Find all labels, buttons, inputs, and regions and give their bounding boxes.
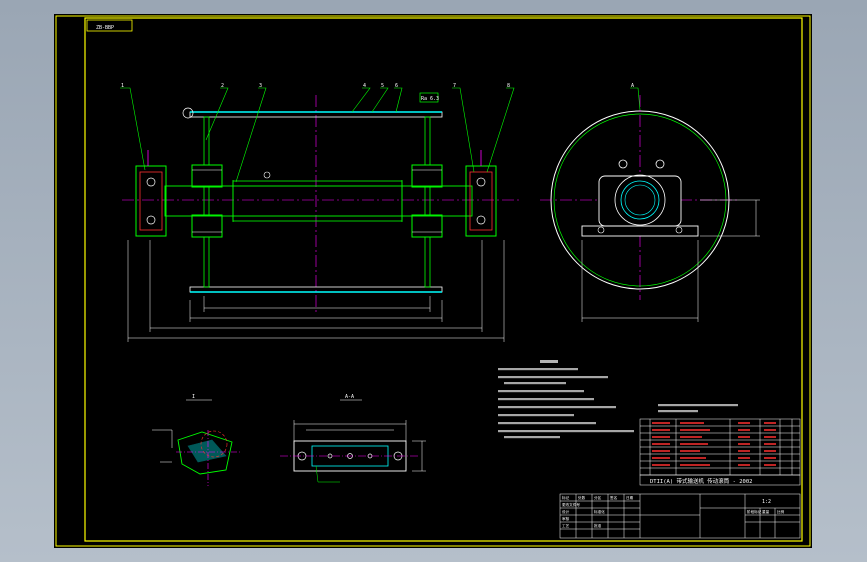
drawing-title: DTII(A) 带式输送机 传动滚筒 - 2002 [650,477,752,485]
tb-label-mark: 标记 [562,495,570,500]
right-bearing-housing [465,165,497,237]
balloon-3: 3 [259,83,262,89]
right-end-disc [424,116,431,288]
tb-label-sign: 签名 [610,495,618,500]
left-hub-bottom [191,214,223,238]
drawing-sheet: ZB-BBP Ra 6.3 1 2 3 4 5 6 7 8 A I A-A DT… [54,14,812,548]
pulley-side-view [540,87,760,322]
tb-label-scale: 比例 [777,509,785,514]
shaft [164,185,473,217]
tb-label-count: 处数 [578,495,586,500]
balloon-1: 1 [121,83,124,89]
tb-label-change: 更改文件号 [562,502,580,507]
leader-lines [120,87,515,183]
tb-label-design: 设计 [562,509,570,514]
tb-label-weight: 重量 [762,509,770,514]
detail-view-i: I [152,394,240,486]
tb-label-review: 审核 [562,516,570,521]
tb-label-standard: 标准化 [594,509,605,514]
title-block-labels: 标记 处数 分区 更改文件号 签名 日期 设计 标准化 审核 工艺 批准 阶段标… [562,495,785,528]
balloon-tags: 1 2 3 4 5 6 7 8 A [121,83,634,89]
bearing-seat [598,175,682,227]
tb-label-approve: 批准 [594,523,602,528]
left-end-disc [203,116,210,288]
parts-list-entries [652,422,776,466]
left-bearing-housing [135,165,167,237]
sheet-code: ZB-BBP [96,25,114,31]
scale-label: 1:2 [762,499,771,505]
tb-label-zone: 分区 [594,495,602,500]
pulley-section-view: Ra 6.3 [120,87,520,342]
balloon-4: 4 [363,83,366,89]
section-a-a-view: A-A [280,394,426,483]
tb-label-process: 工艺 [562,523,570,528]
balloon-7: 7 [453,83,456,89]
tb-label-stage: 阶段标记 [747,509,762,514]
engineering-drawing: ZB-BBP Ra 6.3 1 2 3 4 5 6 7 8 A I A-A DT… [55,15,811,547]
balloon-8: 8 [507,83,510,89]
tb-label-date: 日期 [626,495,634,500]
section-label: A-A [345,394,354,400]
surface-note: Ra 6.3 [421,96,439,102]
technical-requirements [498,360,738,439]
detail-label: I [192,394,195,400]
cad-workspace: ZB-BBP Ra 6.3 1 2 3 4 5 6 7 8 A I A-A DT… [0,0,867,562]
right-hub-top [411,164,443,188]
balloon-6: 6 [395,83,398,89]
balloon-5: 5 [381,83,384,89]
view-a-label: A [631,83,634,89]
parts-list-table [639,418,801,476]
right-hub-bottom [411,214,443,238]
inner-border [84,17,803,542]
balloon-2: 2 [221,83,224,89]
left-hub-top [191,164,223,188]
